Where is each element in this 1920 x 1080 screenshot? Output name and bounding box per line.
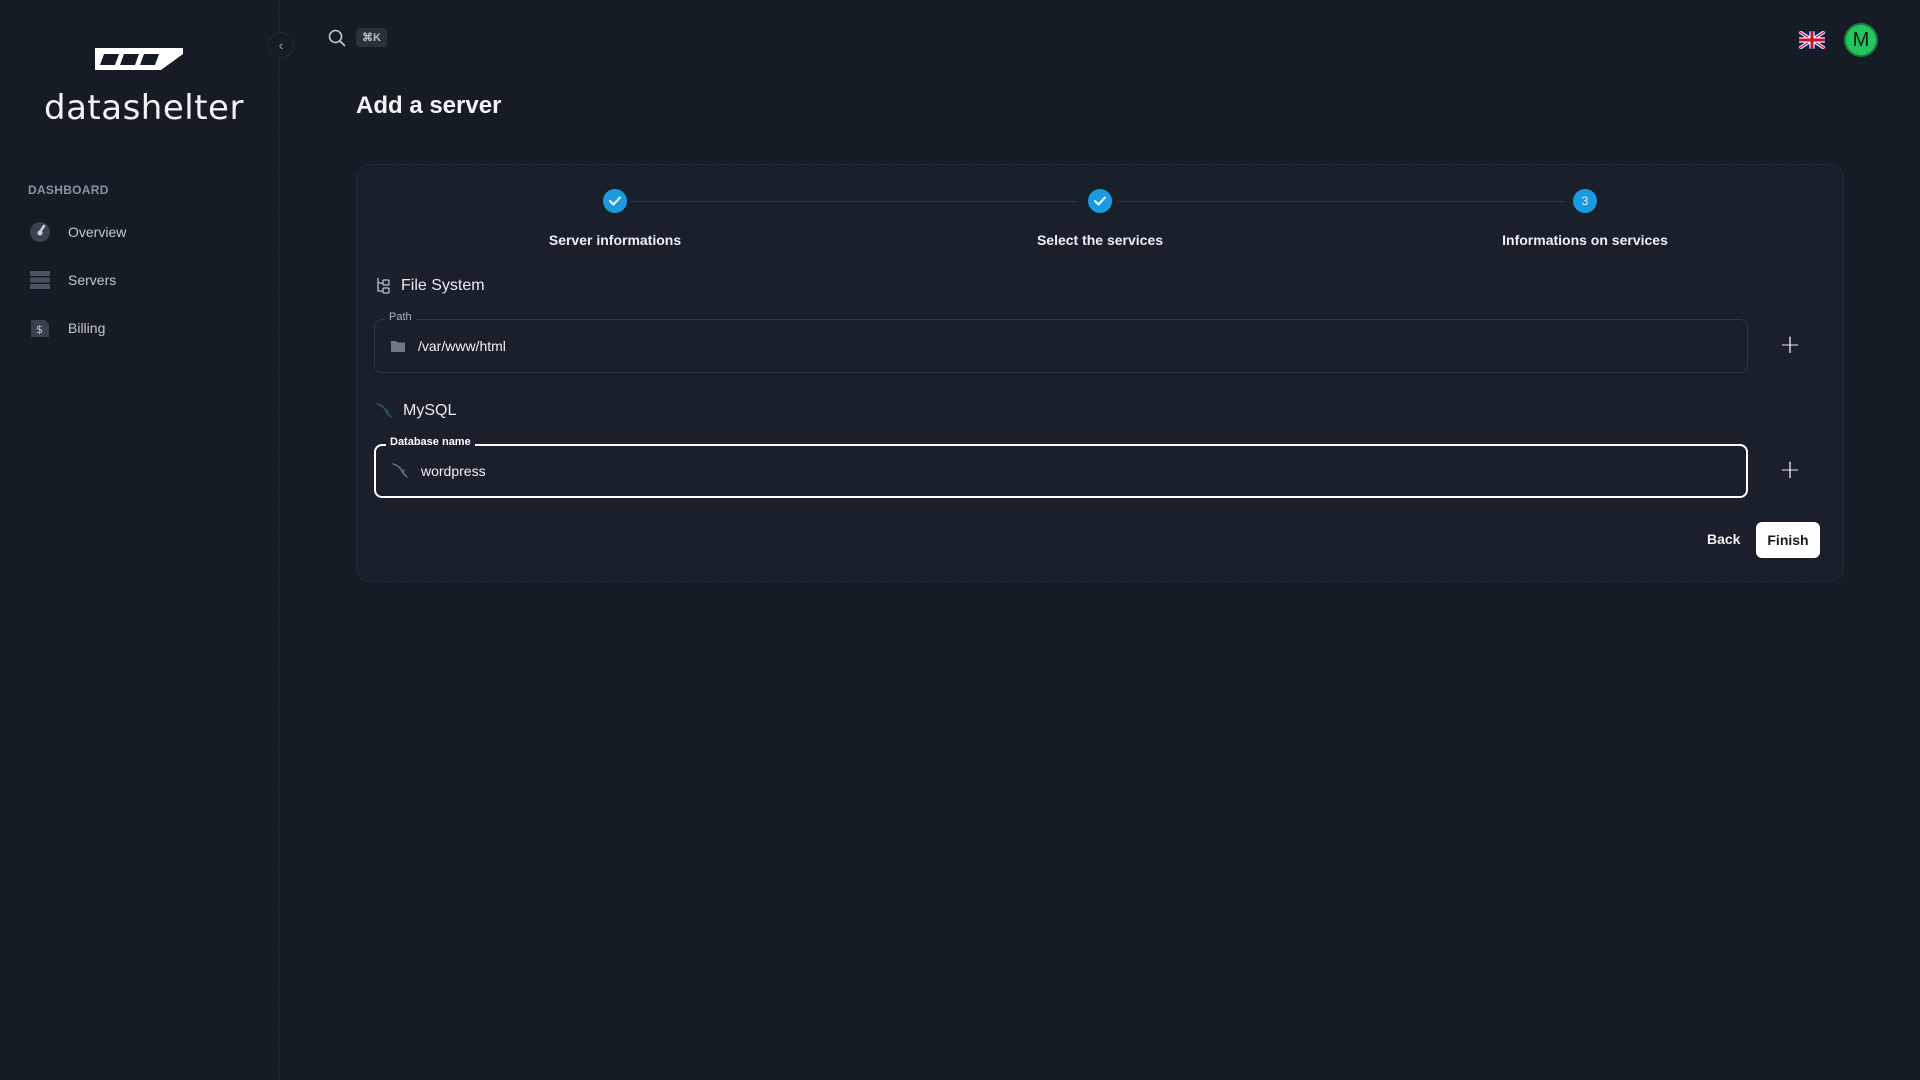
section-title-text: File System [401,277,485,294]
gauge-icon [28,220,52,244]
check-icon [609,196,621,206]
sidebar-item-label: Overview [68,224,127,240]
path-input[interactable] [418,338,1618,354]
database-name-input[interactable] [421,463,1621,479]
step-2-complete [1088,189,1112,213]
stepper-connector [631,201,1077,202]
step-label: Informations on services [1502,232,1668,248]
sidebar-item-billing[interactable]: $ Billing [28,312,105,344]
stepper-connector [1117,201,1565,202]
sidebar-item-servers[interactable]: Servers [28,264,116,296]
server-icon [28,268,52,292]
sidebar-item-label: Billing [68,320,106,336]
nav-section-title: DASHBOARD [28,183,109,197]
database-name-label: Database name [386,436,475,448]
back-button[interactable]: Back [1695,521,1752,557]
mysql-dolphin-icon [375,402,393,420]
step-3-current: 3 [1573,189,1597,213]
check-icon [1094,196,1106,206]
filesystem-section-title: File System [375,277,485,295]
mysql-dolphin-icon [392,463,408,478]
folder-icon [391,341,405,352]
user-avatar[interactable]: M [1844,23,1878,57]
svg-text:$: $ [36,323,43,336]
search-shortcut-badge: ⌘K [356,28,387,47]
brand-logo[interactable]: datashelter [44,44,243,128]
mysql-section-title: MySQL [375,402,456,420]
billing-icon: $ [28,316,52,340]
plus-icon: + [1779,455,1801,485]
sidebar-item-label: Servers [68,272,117,288]
add-path-button[interactable]: + [1777,330,1803,360]
step-1-complete [603,189,627,213]
add-database-button[interactable]: + [1777,455,1803,485]
chevron-left-icon: ‹ [278,37,284,53]
section-title-text: MySQL [403,402,457,419]
language-flag-icon[interactable] [1799,31,1825,49]
folder-tree-icon [375,277,391,295]
sidebar-item-overview[interactable]: Overview [28,216,126,248]
brand-name: datashelter [44,88,244,128]
sidebar: datashelter DASHBOARD Overview Servers $… [0,0,280,1080]
path-field[interactable]: Path [374,311,1748,373]
page-title: Add a server [356,92,502,119]
path-field-label: Path [385,311,416,323]
search-icon [328,29,346,46]
plus-icon: + [1779,330,1801,360]
step-label: Select the services [1036,232,1164,248]
finish-button[interactable]: Finish [1756,522,1820,558]
logo-mark-icon [95,48,183,70]
search-trigger[interactable]: ⌘K [328,28,387,47]
step-label: Server informations [548,232,682,248]
add-server-card: 3 Server informations Select the service… [356,164,1844,582]
database-name-field[interactable]: Database name [374,436,1748,498]
collapse-sidebar-button[interactable]: ‹ [268,32,294,58]
